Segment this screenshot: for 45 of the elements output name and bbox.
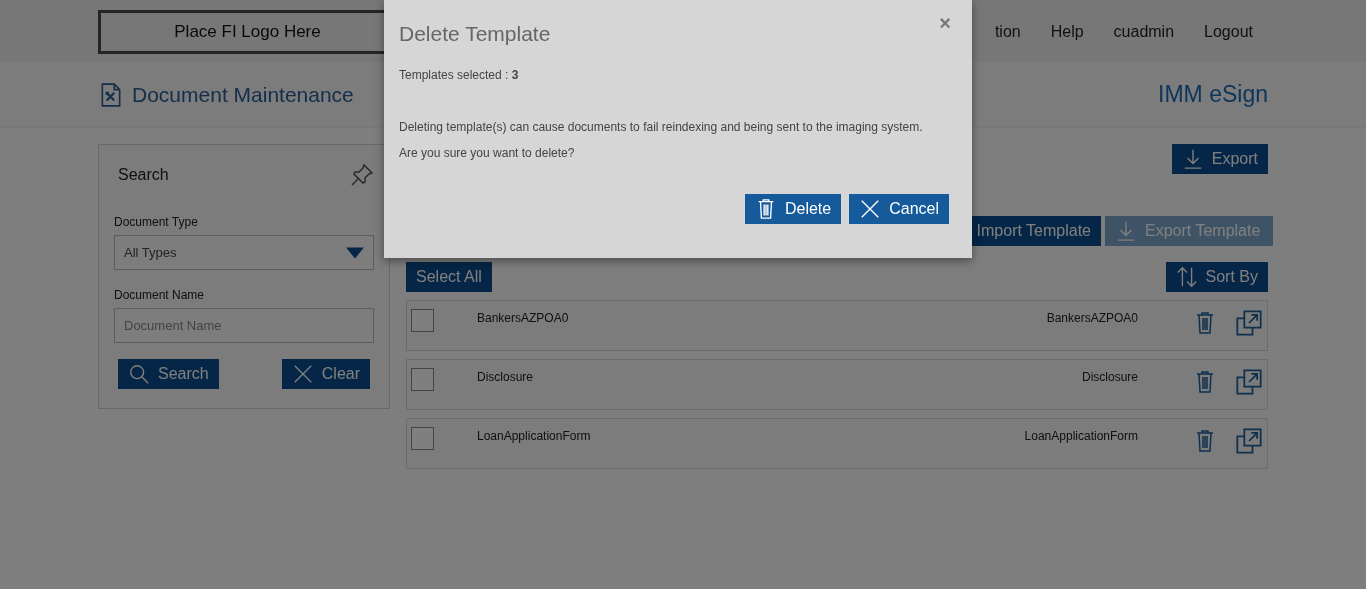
panel-title: Search bbox=[117, 165, 169, 185]
sort-button[interactable]: Sort By bbox=[1165, 262, 1268, 292]
dialog-title: Delete Template bbox=[399, 21, 551, 47]
nav-link[interactable]: cuadmin bbox=[1113, 20, 1175, 44]
field-label: Document Name bbox=[114, 287, 206, 304]
checkbox[interactable] bbox=[411, 368, 434, 391]
page-title: Document Maintenance bbox=[132, 81, 354, 108]
template-name: LoanApplicationForm bbox=[477, 428, 591, 445]
open-external-icon bbox=[1235, 368, 1263, 396]
checkbox[interactable] bbox=[411, 309, 434, 332]
nav-link[interactable]: Logout bbox=[1204, 20, 1253, 44]
download-icon bbox=[1115, 220, 1137, 242]
selected-summary: Templates selected : 3 bbox=[399, 67, 520, 84]
nav-link[interactable]: tion bbox=[994, 20, 1021, 44]
close-button[interactable]: × bbox=[933, 12, 957, 34]
export-button[interactable]: Export bbox=[1171, 144, 1268, 174]
warning-message: Deleting template(s) can cause documents to fail reindexing and being sent to the imaging system. bbox=[399, 119, 924, 136]
open-external-icon bbox=[1235, 309, 1263, 337]
clear-button[interactable]: Clear bbox=[281, 359, 370, 389]
input-field[interactable]: Document Name bbox=[114, 308, 374, 343]
delete-button[interactable]: Delete bbox=[744, 194, 842, 224]
template-row[interactable]: Disclosure Disclosure bbox=[406, 359, 1268, 410]
logo-text: Place FI Logo Here bbox=[174, 21, 321, 44]
nav-link[interactable]: Help bbox=[1050, 20, 1084, 44]
confirm-question: Are you sure you want to delete? bbox=[399, 145, 576, 162]
dropdown[interactable]: All Types bbox=[114, 235, 374, 270]
search-icon bbox=[128, 363, 150, 385]
select-all-button[interactable]: Select All bbox=[406, 262, 492, 292]
template-title: Disclosure bbox=[1082, 369, 1138, 386]
template-row[interactable]: LoanApplicationForm LoanApplicationForm bbox=[406, 418, 1268, 469]
search-button[interactable]: Search bbox=[118, 359, 219, 389]
field-label: Document Type bbox=[114, 214, 199, 231]
template-name: BankersAZPOA0 bbox=[477, 310, 569, 327]
dropdown-value: All Types bbox=[124, 243, 177, 262]
checkbox[interactable] bbox=[411, 427, 434, 450]
template-title: LoanApplicationForm bbox=[1024, 428, 1138, 445]
cancel-button[interactable]: Cancel bbox=[849, 194, 949, 224]
template-row[interactable]: BankersAZPOA0 BankersAZPOA0 bbox=[406, 300, 1268, 351]
open-external-icon bbox=[1235, 427, 1263, 455]
caret-icon bbox=[346, 246, 364, 259]
pin-icon bbox=[350, 163, 374, 187]
template-title: BankersAZPOA0 bbox=[1046, 310, 1138, 327]
template-name: Disclosure bbox=[477, 369, 533, 386]
app-name: IMM eSign bbox=[1158, 80, 1268, 110]
sort-icon bbox=[1175, 266, 1198, 288]
